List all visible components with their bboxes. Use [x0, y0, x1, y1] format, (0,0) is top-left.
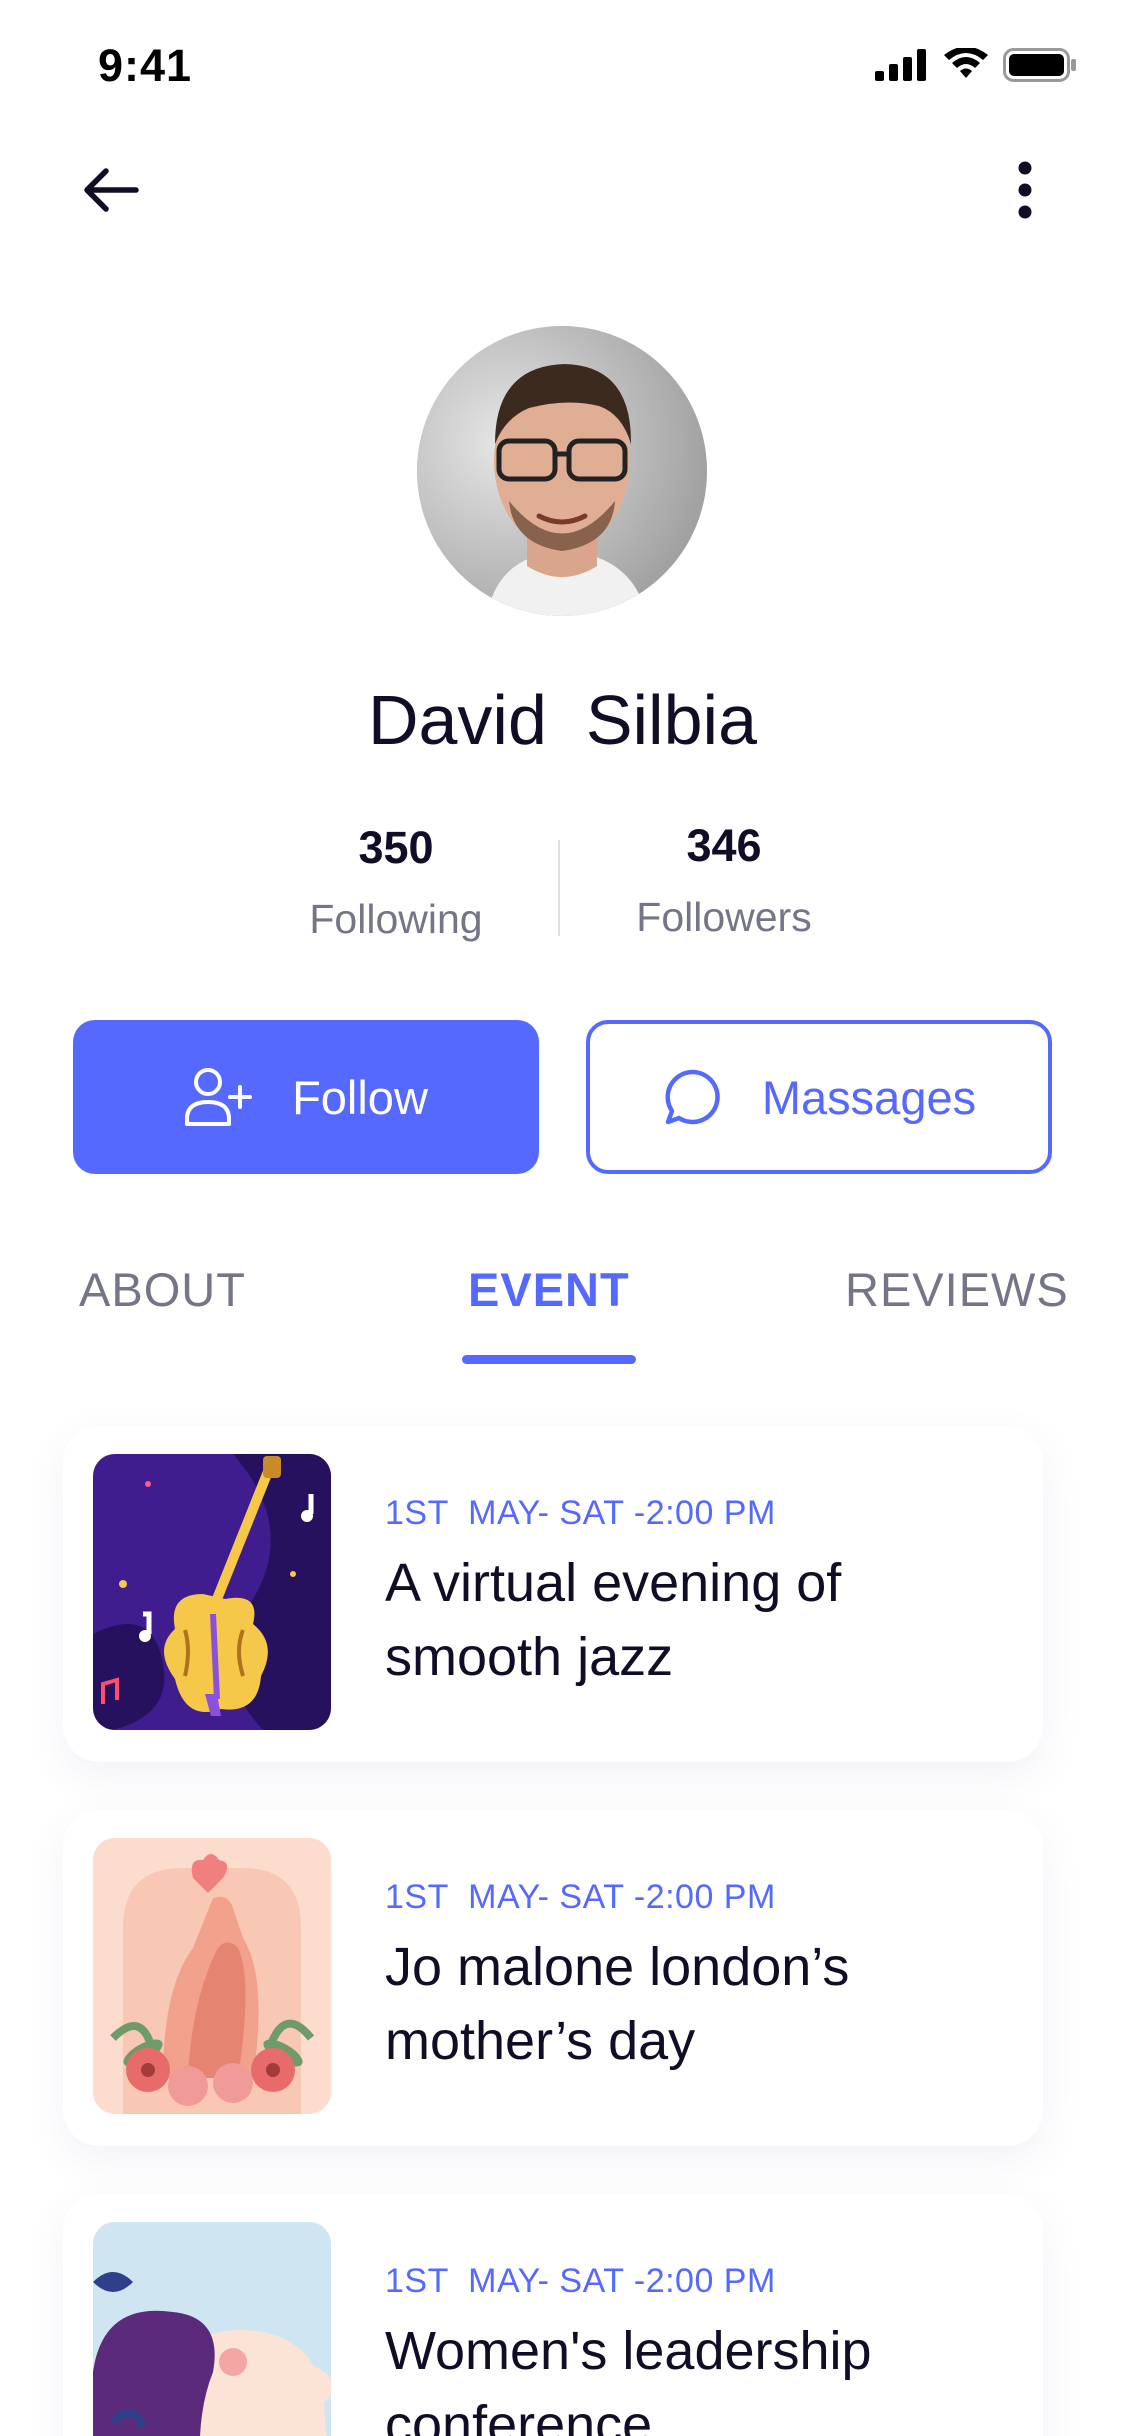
women-leadership-illustration — [93, 2222, 331, 2436]
event-title: Jo malone london’s mother’s day — [385, 1937, 850, 2071]
tab-event[interactable]: EVENT — [468, 1262, 630, 1317]
following-stat[interactable]: 350 Following — [266, 822, 526, 943]
stats-divider — [558, 840, 560, 936]
event-title: A virtual evening of smooth jazz — [385, 1553, 842, 1687]
chat-bubble-icon — [665, 1069, 720, 1125]
jazz-cello-illustration — [93, 1454, 331, 1730]
messages-button-label: Massages — [761, 1070, 977, 1124]
event-card[interactable]: 1ST MAY- SAT -2:00 PM Women's leadership… — [63, 2194, 1043, 2436]
follow-button-label: Follow — [292, 1070, 428, 1124]
user-plus-icon — [185, 1068, 253, 1126]
avatar — [417, 326, 707, 616]
event-thumbnail — [93, 1838, 331, 2114]
event-title: Women's leadership conference — [385, 2321, 872, 2436]
event-date: 1ST MAY- SAT -2:00 PM — [385, 1878, 776, 1916]
tab-reviews[interactable]: REVIEWS — [845, 1262, 1069, 1317]
battery-icon — [1003, 48, 1076, 82]
profile-photo — [417, 326, 707, 616]
cellular-signal-icon — [875, 49, 926, 81]
event-date: 1ST MAY- SAT -2:00 PM — [385, 1494, 776, 1532]
event-thumbnail — [93, 2222, 331, 2436]
profile-screen: 9:41 David Silbia 350 Following 346 Foll… — [0, 0, 1125, 2436]
more-options-button[interactable] — [985, 150, 1065, 230]
following-label: Following — [309, 896, 483, 942]
active-tab-indicator — [462, 1355, 636, 1364]
followers-count: 346 — [686, 820, 762, 871]
back-button[interactable] — [70, 150, 150, 230]
messages-button[interactable]: Massages — [586, 1020, 1052, 1174]
wifi-icon — [944, 48, 988, 78]
event-card[interactable]: 1ST MAY- SAT -2:00 PM A virtual evening … — [63, 1426, 1043, 1762]
following-count: 350 — [358, 822, 434, 873]
followers-label: Followers — [636, 894, 812, 940]
profile-name: David Silbia — [367, 681, 758, 759]
tab-about[interactable]: ABOUT — [79, 1262, 246, 1317]
event-thumbnail — [93, 1454, 331, 1730]
mothers-day-illustration — [93, 1838, 331, 2114]
status-time: 9:41 — [98, 40, 193, 91]
event-date: 1ST MAY- SAT -2:00 PM — [385, 2262, 776, 2300]
event-card[interactable]: 1ST MAY- SAT -2:00 PM Jo malone london’s… — [63, 1810, 1043, 2146]
follow-button[interactable]: Follow — [73, 1020, 539, 1174]
more-vertical-icon — [1018, 161, 1032, 219]
followers-stat[interactable]: 346 Followers — [594, 820, 854, 941]
arrow-left-icon — [84, 168, 139, 212]
status-icons — [875, 48, 1077, 82]
